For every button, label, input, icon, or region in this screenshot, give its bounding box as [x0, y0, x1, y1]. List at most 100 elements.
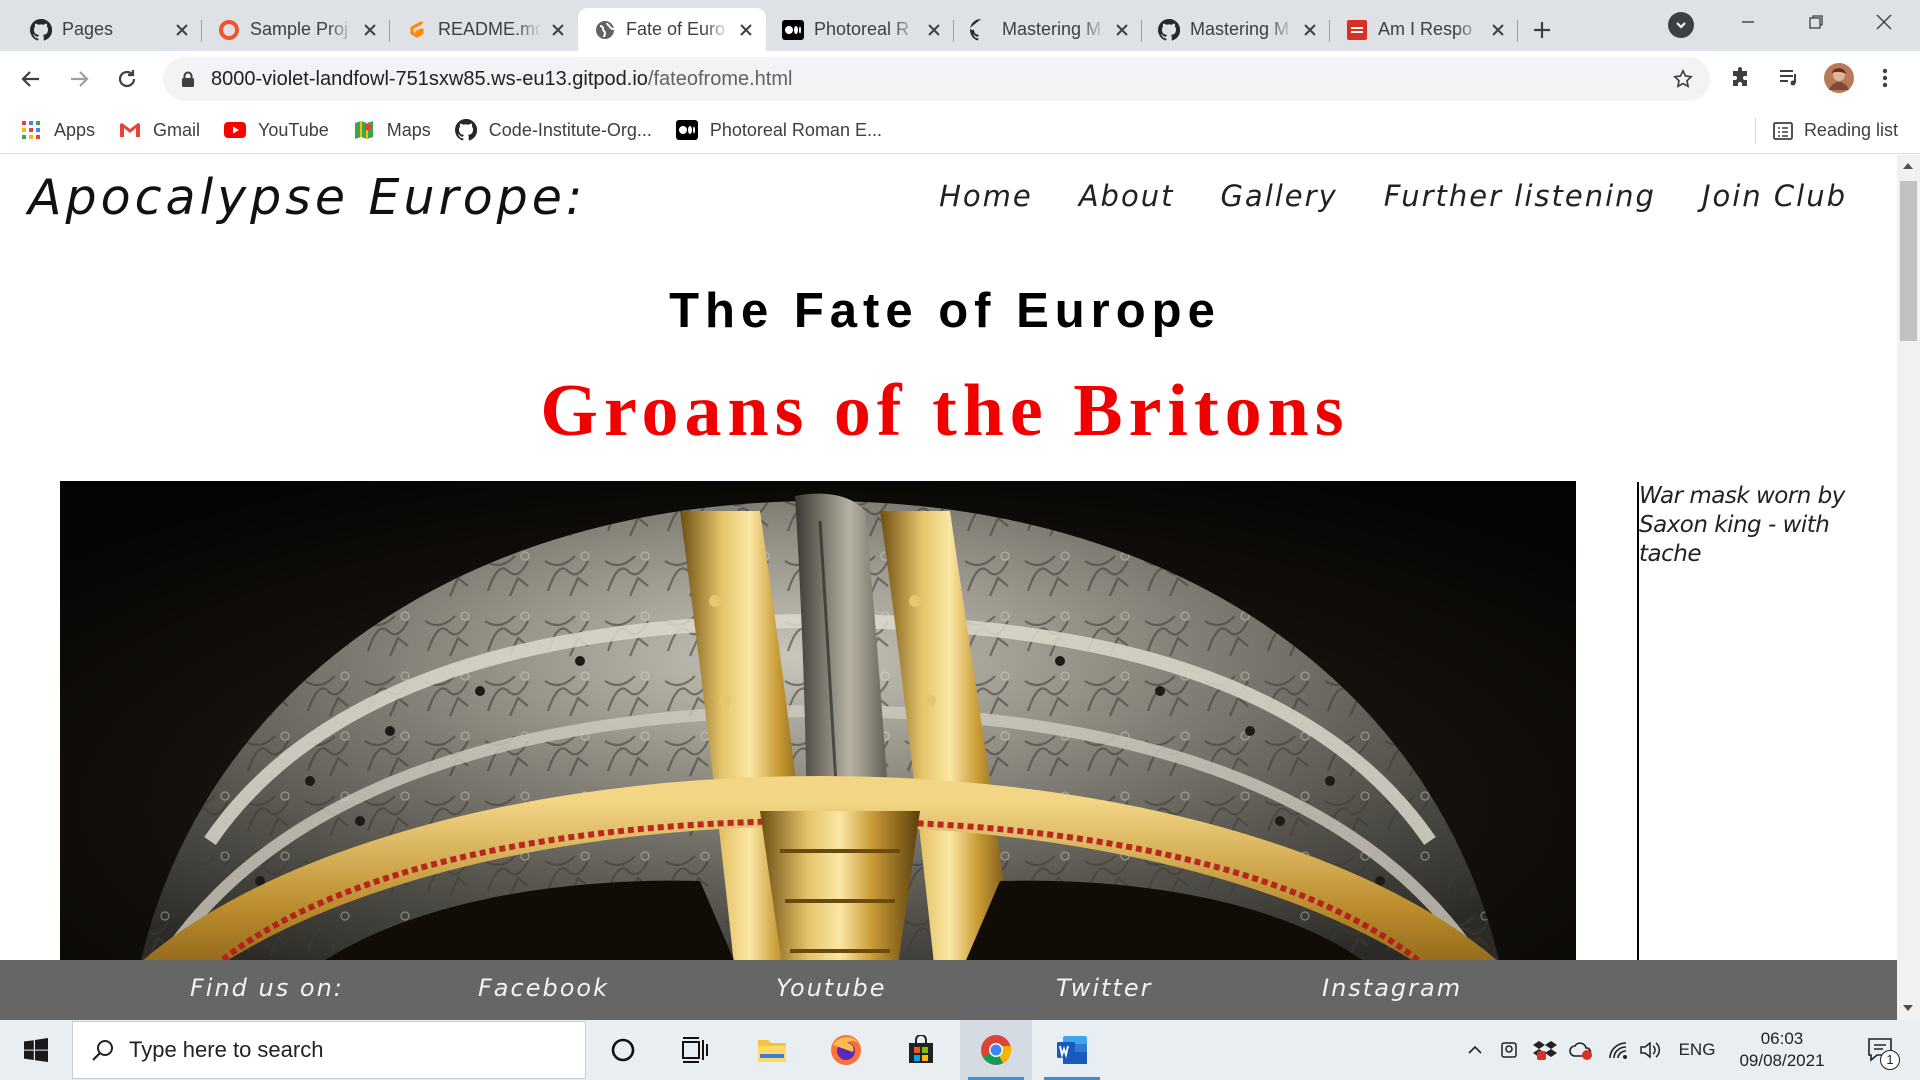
reload-button[interactable]	[110, 62, 144, 96]
tab-title: Sample Proj	[250, 19, 349, 39]
cortana-button[interactable]	[587, 1020, 659, 1080]
scroll-up-arrow-icon[interactable]	[1903, 163, 1913, 169]
bookmark-label: Photoreal Roman E...	[709, 119, 882, 140]
address-bar[interactable]: 8000-violet-landfowl-751sxw85.ws-eu13.gi…	[163, 57, 1710, 101]
bookmark-label: YouTube	[258, 119, 329, 140]
lock-icon	[182, 71, 194, 87]
reading-list-icon	[1773, 121, 1793, 140]
dropbox-tray-icon[interactable]	[1530, 1020, 1560, 1080]
back-button[interactable]	[14, 62, 48, 96]
tab-photoreal[interactable]: Photoreal R	[766, 8, 954, 51]
page-viewport: Apocalypse Europe: Home About Gallery Fu…	[0, 155, 1897, 1020]
input-language[interactable]: ENG	[1674, 1020, 1720, 1080]
image-caption-panel: War mask worn by Saxon king - with tache	[1637, 482, 1887, 1020]
footer-link-facebook[interactable]: Facebook	[478, 974, 609, 1002]
url-host: 8000-violet-landfowl-751sxw85.ws-eu13.gi…	[211, 67, 648, 90]
meet-now-tray-icon[interactable]	[1496, 1020, 1522, 1080]
star-icon	[1673, 68, 1693, 88]
cloud-error-icon	[1569, 1042, 1592, 1060]
chrome-taskbar-button[interactable]	[960, 1020, 1032, 1080]
footer-link-instagram[interactable]: Instagram	[1322, 974, 1462, 1002]
sync-error-tray-icon[interactable]	[1566, 1020, 1596, 1080]
start-button[interactable]	[0, 1020, 72, 1080]
chrome-icon	[981, 1035, 1012, 1065]
close-icon[interactable]	[172, 20, 192, 40]
url-text: 8000-violet-landfowl-751sxw85.ws-eu13.gi…	[211, 68, 792, 91]
nav-gallery[interactable]: Gallery	[1220, 179, 1337, 213]
tab-mastering-1[interactable]: Mastering M	[954, 8, 1142, 51]
restore-icon	[1809, 14, 1823, 29]
bookmark-maps[interactable]: Maps	[353, 119, 431, 141]
nav-about[interactable]: About	[1079, 179, 1175, 213]
close-icon[interactable]	[548, 20, 568, 40]
close-window-button[interactable]	[1854, 0, 1914, 43]
scroll-thumb[interactable]	[1900, 181, 1917, 341]
forward-button[interactable]	[62, 62, 96, 96]
nav-further-listening[interactable]: Further listening	[1384, 179, 1656, 213]
clock-time: 06:03	[1760, 1029, 1804, 1048]
show-hidden-icons-button[interactable]	[1462, 1020, 1488, 1080]
close-icon[interactable]	[924, 20, 944, 40]
file-explorer-button[interactable]	[736, 1020, 808, 1080]
firefox-button[interactable]	[810, 1020, 882, 1080]
wifi-tray-icon[interactable]	[1604, 1020, 1632, 1080]
nav-home[interactable]: Home	[939, 179, 1033, 213]
bookmark-label: Apps	[54, 119, 96, 140]
apps-grid-icon	[20, 119, 42, 141]
tab-readme[interactable]: README.md	[390, 8, 578, 51]
puzzle-icon	[1733, 67, 1747, 86]
tab-mastering-2[interactable]: Mastering M	[1142, 8, 1330, 51]
close-icon[interactable]	[1488, 20, 1508, 40]
bookmark-youtube[interactable]: YouTube	[224, 119, 329, 141]
windows-taskbar: Type here to search ENG 06:03 09/08/2021…	[0, 1020, 1920, 1080]
maps-icon	[353, 119, 375, 141]
media-control-button[interactable]	[1772, 61, 1806, 95]
close-icon[interactable]	[1300, 20, 1320, 40]
back-arrow-icon	[21, 71, 39, 87]
notifications-button[interactable]: 1	[1856, 1020, 1906, 1080]
close-icon[interactable]	[1112, 20, 1132, 40]
dropbox-icon	[1533, 1041, 1557, 1060]
tab-search-button[interactable]	[1668, 12, 1694, 38]
task-view-button[interactable]	[659, 1020, 731, 1080]
tab-sample-project[interactable]: Sample Proj	[202, 8, 390, 51]
minimize-button[interactable]	[1718, 0, 1778, 43]
system-clock[interactable]: 06:03 09/08/2021	[1730, 1028, 1834, 1072]
close-icon[interactable]	[736, 20, 756, 40]
microsoft-store-button[interactable]	[885, 1020, 957, 1080]
firefox-icon	[831, 1035, 861, 1065]
browser-toolbar: 8000-violet-landfowl-751sxw85.ws-eu13.gi…	[0, 51, 1920, 107]
footer-link-youtube[interactable]: Youtube	[776, 974, 887, 1002]
cortana-circle-icon	[611, 1038, 635, 1062]
reading-list-button[interactable]: Reading list	[1754, 107, 1898, 154]
taskbar-search[interactable]: Type here to search	[72, 1021, 586, 1079]
bookmark-apps[interactable]: Apps	[20, 119, 95, 141]
bookmark-code-institute[interactable]: Code-Institute-Org...	[454, 119, 652, 141]
restore-button[interactable]	[1786, 0, 1846, 43]
github-icon	[454, 119, 477, 141]
notification-count-badge: 1	[1880, 1050, 1900, 1070]
bookmark-star-button[interactable]	[1672, 68, 1694, 90]
chrome-menu-button[interactable]	[1868, 61, 1902, 95]
search-icon	[92, 1040, 113, 1061]
word-taskbar-button[interactable]	[1036, 1020, 1108, 1080]
plus-icon	[1534, 21, 1550, 38]
extensions-button[interactable]	[1724, 61, 1758, 95]
new-tab-button[interactable]	[1522, 8, 1562, 51]
close-icon[interactable]	[360, 20, 380, 40]
gitpod-icon	[406, 19, 428, 41]
nav-join-club[interactable]: Join Club	[1702, 179, 1847, 213]
bookmark-photoreal[interactable]: Photoreal Roman E...	[675, 119, 882, 141]
page-scrollbar[interactable]	[1897, 155, 1920, 1020]
tab-fate-of-europe[interactable]: Fate of Euro	[578, 8, 766, 51]
volume-tray-icon[interactable]	[1636, 1020, 1664, 1080]
tab-am-i-responsive[interactable]: Am I Respo	[1330, 8, 1518, 51]
github-icon	[30, 18, 52, 41]
bookmark-gmail[interactable]: Gmail	[119, 119, 200, 141]
bookmark-label: Code-Institute-Org...	[488, 119, 652, 140]
tab-pages[interactable]: Pages	[14, 8, 202, 51]
scroll-down-arrow-icon[interactable]	[1903, 1005, 1913, 1011]
profile-avatar[interactable]	[1822, 61, 1856, 95]
task-view-icon	[682, 1037, 708, 1063]
footer-link-twitter[interactable]: Twitter	[1056, 974, 1152, 1002]
